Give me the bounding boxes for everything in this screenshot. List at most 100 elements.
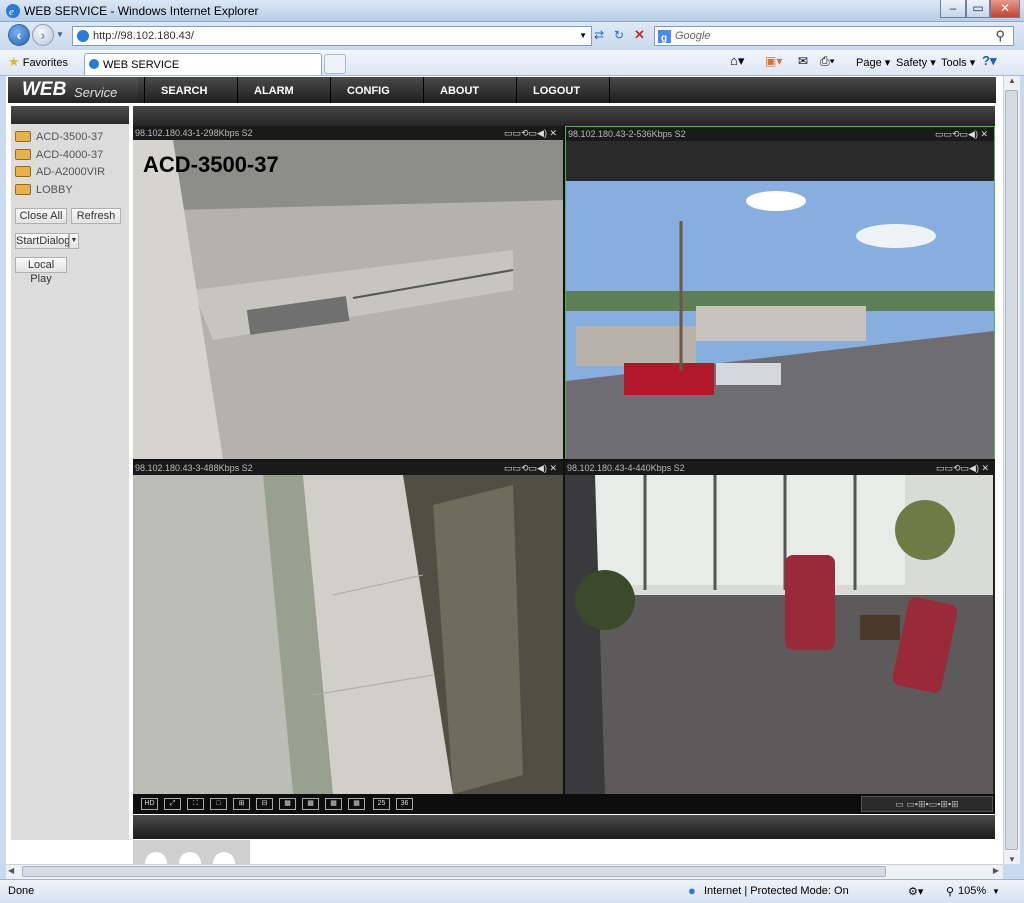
home-icon[interactable]: ⌂▾ bbox=[730, 53, 744, 69]
vertical-scroll-thumb[interactable] bbox=[1005, 90, 1018, 850]
tab-page-icon bbox=[89, 59, 99, 69]
camera-feed-hallway bbox=[133, 475, 563, 794]
recent-pages-icon[interactable]: ▼ bbox=[56, 30, 64, 39]
menu-config[interactable]: CONFIG bbox=[330, 77, 424, 103]
video-pane[interactable]: 98.102.180.43-2-536Kbps S2 ▭▭⟲▭◀) ✕ bbox=[565, 126, 995, 459]
close-all-button[interactable]: Close All bbox=[15, 208, 67, 224]
favorites-button[interactable]: ★ Favorites bbox=[8, 54, 68, 72]
ptz-control-panel bbox=[133, 840, 250, 864]
minimize-button[interactable]: – bbox=[940, 0, 966, 18]
search-placeholder: Google bbox=[675, 30, 711, 42]
video-info-bar bbox=[133, 815, 995, 839]
device-item[interactable]: LOBBY bbox=[15, 182, 125, 198]
zoom-icon[interactable]: ⚲ bbox=[946, 885, 954, 898]
mail-icon[interactable]: ✉ bbox=[798, 54, 808, 68]
pane-header: 98.102.180.43-2-536Kbps S2 ▭▭⟲▭◀) ✕ bbox=[566, 127, 994, 141]
scroll-down-icon[interactable]: ▼ bbox=[1008, 855, 1016, 864]
stop-icon[interactable]: ✕ bbox=[634, 27, 645, 43]
pane-controls-icon[interactable]: ▭▭⟲▭◀) ✕ bbox=[935, 127, 988, 141]
device-item[interactable]: ACD-4000-37 bbox=[15, 147, 125, 163]
safety-menu[interactable]: Safety ▾ bbox=[896, 56, 936, 69]
web-service-logo: WEB Service bbox=[8, 77, 138, 103]
address-dropdown-icon[interactable]: ▼ bbox=[579, 31, 587, 40]
horizontal-scrollbar[interactable]: ◀ ▶ bbox=[6, 864, 1003, 879]
horizontal-scroll-thumb[interactable] bbox=[22, 866, 886, 877]
camera-feed-rooftop: ACD-3500-37 bbox=[133, 140, 563, 459]
close-window-button[interactable]: ✕ bbox=[990, 0, 1020, 18]
split-36-button[interactable]: 36 bbox=[396, 798, 413, 810]
pane-header: 98.102.180.43-4-440Kbps S2 ▭▭⟲▭◀) ✕ bbox=[565, 461, 995, 475]
split-1-icon[interactable]: □ bbox=[210, 798, 227, 810]
video-panel-header bbox=[133, 106, 995, 126]
maximize-button[interactable]: ▭ bbox=[966, 0, 990, 18]
device-sidebar: ACD-3500-37 ACD-4000-37 AD-A2000VIR LOBB… bbox=[11, 106, 129, 840]
address-bar[interactable]: http://98.102.180.43/ ▼ bbox=[72, 26, 592, 46]
pane-header: 98.102.180.43-1-298Kbps S2 ▭▭⟲▭◀) ✕ bbox=[133, 126, 563, 140]
vertical-scrollbar[interactable]: ▲ ▼ bbox=[1003, 76, 1020, 864]
page-menu[interactable]: Page ▾ bbox=[856, 56, 890, 69]
help-icon[interactable]: ?▾ bbox=[982, 53, 996, 69]
device-item[interactable]: ACD-3500-37 bbox=[15, 129, 125, 145]
split-9-icon[interactable]: ▦ bbox=[302, 798, 319, 810]
protected-mode-icon[interactable]: ⚙▾ bbox=[908, 885, 923, 898]
search-icon[interactable]: ⚲ bbox=[995, 28, 1005, 44]
split-25-button[interactable]: 25 bbox=[373, 798, 390, 810]
sidebar-header bbox=[11, 106, 129, 124]
back-button[interactable]: ‹ bbox=[8, 24, 30, 46]
compat-view-icon[interactable]: ⇄ bbox=[594, 28, 604, 42]
menu-about[interactable]: ABOUT bbox=[423, 77, 517, 103]
start-dialog-dropdown-icon[interactable]: ▼ bbox=[69, 233, 79, 249]
browser-tab[interactable]: WEB SERVICE bbox=[84, 53, 322, 75]
video-pane[interactable]: 98.102.180.43-3-488Kbps S2 ▭▭⟲▭◀) ✕ bbox=[133, 461, 563, 794]
menu-logout[interactable]: LOGOUT bbox=[516, 77, 610, 103]
scroll-right-icon[interactable]: ▶ bbox=[993, 866, 999, 875]
search-input[interactable]: g Google ⚲ bbox=[654, 26, 1014, 46]
video-pane[interactable]: 98.102.180.43-4-440Kbps S2 ▭▭⟲▭◀) ✕ bbox=[565, 461, 995, 794]
split-8-icon[interactable]: ▦ bbox=[279, 798, 296, 810]
scroll-up-icon[interactable]: ▲ bbox=[1008, 76, 1016, 85]
page-icon bbox=[77, 30, 89, 42]
status-text: Done bbox=[8, 885, 35, 897]
refresh-page-icon[interactable]: ↻ bbox=[614, 28, 624, 42]
zoom-dropdown-icon[interactable]: ▼ bbox=[992, 887, 1000, 896]
layout-selector[interactable]: ▭ ▭▪⊞▪▭▪⊞▪⊞ bbox=[861, 796, 993, 812]
pane-controls-icon[interactable]: ▭▭⟲▭◀) ✕ bbox=[504, 126, 557, 140]
video-pane[interactable]: 98.102.180.43-1-298Kbps S2 ▭▭⟲▭◀) ✕ ACD-… bbox=[133, 126, 563, 459]
split-16-icon[interactable]: ▦ bbox=[348, 798, 365, 810]
google-icon: g bbox=[658, 30, 671, 43]
forward-button[interactable]: › bbox=[32, 24, 54, 46]
fullscreen-icon[interactable]: ⛶ bbox=[187, 798, 204, 810]
ptz-center-button[interactable] bbox=[179, 852, 201, 864]
menu-alarm[interactable]: ALARM bbox=[237, 77, 331, 103]
camera-feed-lobby bbox=[565, 475, 995, 794]
ie-logo-icon: e bbox=[6, 4, 20, 18]
globe-icon: ● bbox=[688, 883, 696, 898]
scroll-left-icon[interactable]: ◀ bbox=[8, 866, 14, 875]
pane-controls-icon[interactable]: ▭▭⟲▭◀) ✕ bbox=[936, 461, 989, 475]
split-13-icon[interactable]: ▦ bbox=[325, 798, 342, 810]
split-6-icon[interactable]: ⊟ bbox=[256, 798, 273, 810]
fit-screen-icon[interactable]: ⤢ bbox=[164, 798, 181, 810]
refresh-button[interactable]: Refresh bbox=[71, 208, 121, 224]
pane-header: 98.102.180.43-3-488Kbps S2 ▭▭⟲▭◀) ✕ bbox=[133, 461, 563, 475]
local-play-button[interactable]: Local Play bbox=[15, 257, 67, 285]
split-4-icon[interactable]: ⊞ bbox=[233, 798, 250, 810]
ptz-left-button[interactable] bbox=[145, 852, 167, 864]
video-toolbar: HD ⤢ ⛶ □ ⊞ ⊟ ▦ ▦ ▦ ▦ 25 36 ▭ ▭▪⊞▪▭▪⊞▪⊞ bbox=[133, 794, 995, 814]
start-dialog-select[interactable]: StartDialog bbox=[15, 233, 70, 249]
new-tab-button[interactable] bbox=[324, 54, 346, 74]
window-title: WEB SERVICE - Windows Internet Explorer bbox=[24, 4, 259, 18]
ptz-right-button[interactable] bbox=[213, 852, 235, 864]
window-title-bar: e WEB SERVICE - Windows Internet Explore… bbox=[0, 0, 1024, 22]
camera-feed-parking-lot bbox=[566, 141, 994, 460]
pane-controls-icon[interactable]: ▭▭⟲▭◀) ✕ bbox=[504, 461, 557, 475]
feeds-icon[interactable]: ▣▾ bbox=[765, 54, 782, 68]
camera-icon bbox=[15, 184, 31, 195]
tools-menu[interactable]: Tools ▾ bbox=[941, 56, 975, 69]
address-row: ‹ › ▼ http://98.102.180.43/ ▼ ⇄ ↻ ✕ g Go… bbox=[0, 22, 1024, 50]
menu-search[interactable]: SEARCH bbox=[144, 77, 238, 103]
zoom-level[interactable]: 105% bbox=[958, 885, 986, 897]
device-item[interactable]: AD-A2000VIR bbox=[15, 164, 125, 180]
hd-icon[interactable]: HD bbox=[141, 798, 158, 810]
print-icon[interactable]: ⎙▾ bbox=[820, 54, 835, 69]
